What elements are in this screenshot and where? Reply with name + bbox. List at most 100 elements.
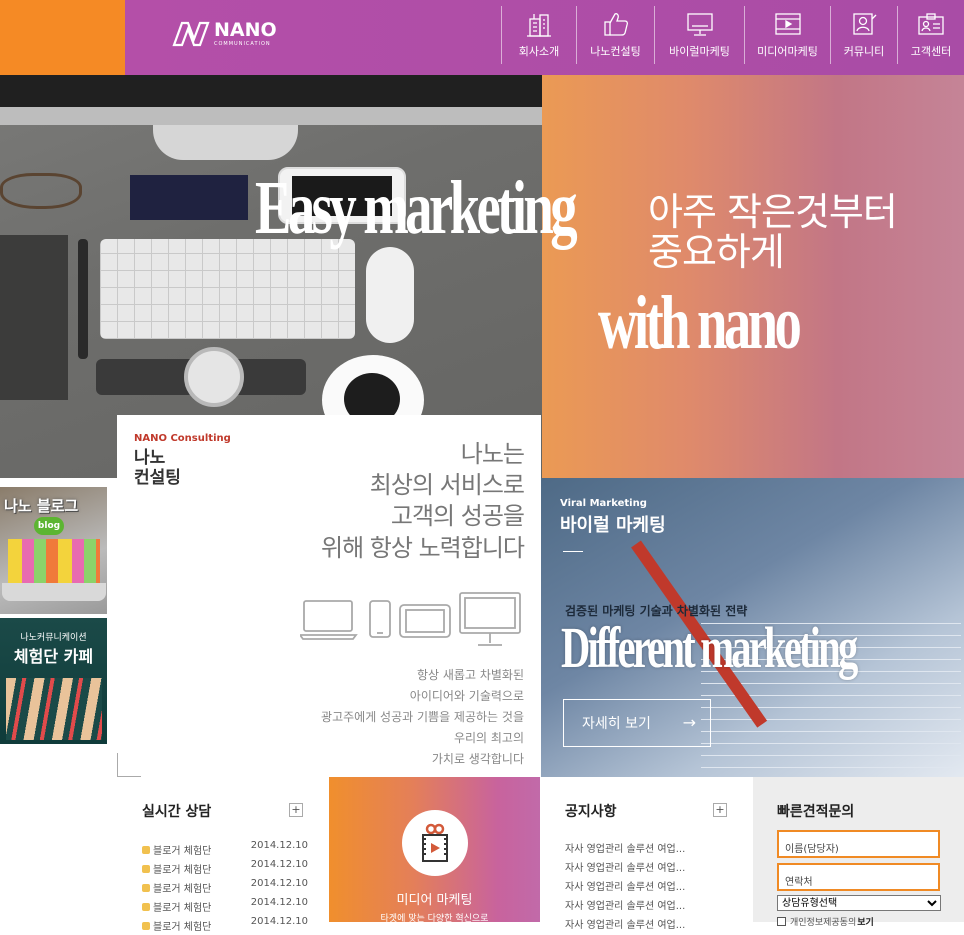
desc-line: 우리의 최고의 <box>453 731 524 745</box>
nav-item-label: 회사소개 <box>518 45 560 58</box>
nav-item-support[interactable]: 고객센터 <box>897 6 964 64</box>
consult-type-select[interactable]: 상담유형선택 <box>777 895 941 911</box>
nav-item-label: 고객센터 <box>910 45 952 58</box>
more-plus-button[interactable]: + <box>713 803 727 817</box>
corner-bracket <box>117 753 141 777</box>
list-item[interactable]: 블로거 체험단 2014.12.10 <box>142 916 308 935</box>
profile-icon <box>853 13 877 35</box>
notice-title: 공지사항 <box>565 804 617 820</box>
desc-line: 가치로 생각합니다 <box>431 752 524 766</box>
more-plus-button[interactable]: + <box>289 803 303 817</box>
notice-list: 자사 영업관리 솔루션 여업... 자사 영업관리 솔루션 여업... 자사 영… <box>565 840 685 935</box>
film-icon <box>422 823 448 862</box>
name-field[interactable]: 이름(담당자) <box>777 830 940 858</box>
hero-subtitle-line: 중요하게 <box>648 229 785 274</box>
list-item[interactable]: 블로거 체험단 2014.12.10 <box>142 859 308 878</box>
realtime-consult: 실시간 상담 + 블로거 체험단 2014.12.10 블로거 체험단 2014.1… <box>142 777 308 933</box>
nav-item-label: 바이럴마케팅 <box>669 45 730 58</box>
consulting-description: 항상 새롭고 차별화된 아이디어와 기술력으로 광고주에게 성공과 기쁨을 제공… <box>321 665 524 770</box>
more-button-label: 자세히 보기 <box>582 716 651 732</box>
consulting-title-line: 컨설팅 <box>134 468 181 489</box>
item-date: 2014.12.10 <box>250 897 308 908</box>
notice-item[interactable]: 자사 영업관리 솔루션 여업... <box>565 859 685 878</box>
item-title: 블로거 체험단 <box>153 884 212 895</box>
consulting-title: 나노 컨설팅 <box>134 448 181 489</box>
hero-subtitle: 아주 작은것부터 중요하게 <box>648 190 898 274</box>
item-title: 블로거 체험단 <box>153 903 212 914</box>
nav-item-media[interactable]: 미디어마케팅 <box>744 6 830 64</box>
office-photo <box>542 75 964 478</box>
phone-field[interactable]: 연락처 <box>777 863 940 891</box>
item-date: 2014.12.10 <box>250 840 308 851</box>
quick-estimate-form: 빠른견적문의 이름(담당자) 연락처 상담유형선택 개인정보제공동의 보기 <box>753 777 964 928</box>
hero-title: Easy marketing <box>255 166 578 250</box>
notice-item[interactable]: 자사 영업관리 솔루션 여업... <box>565 897 685 916</box>
desc-line: 항상 새롭고 차별화된 <box>417 668 524 682</box>
item-title: 블로거 체험단 <box>153 922 212 933</box>
glasses-image <box>0 173 82 209</box>
media-icon-circle <box>402 810 468 876</box>
notice-item[interactable]: 자사 영업관리 솔루션 여업... <box>565 878 685 897</box>
realtime-list: 블로거 체험단 2014.12.10 블로거 체험단 2014.12.10 블로거 … <box>142 840 308 935</box>
viral-en-label: Viral Marketing <box>560 498 647 509</box>
blog-banner[interactable]: 나노 블로그 blog <box>0 487 107 614</box>
media-subtitle: 타겟에 맞는 다양한 혁신으로 <box>380 914 489 924</box>
devices-icon <box>300 592 521 646</box>
lock-icon <box>142 845 150 854</box>
hero-subtitle-line: 아주 작은것부터 <box>648 190 898 234</box>
more-button[interactable]: 자세히 보기 → <box>563 699 711 747</box>
headline-line: 최상의 서비스로 <box>369 471 525 500</box>
header-orange-block <box>0 0 125 75</box>
list-item[interactable]: 블로거 체험단 2014.12.10 <box>142 897 308 916</box>
lock-icon <box>142 921 150 930</box>
main-nav: 회사소개 나노컨설팅 바이럴마케팅 미디어마케팅 커뮤니티 고객센터 <box>501 6 964 64</box>
id-card-icon <box>918 13 944 35</box>
logo-text: NANO <box>214 19 277 41</box>
item-date: 2014.12.10 <box>250 859 308 870</box>
headline-line: 고객의 성공을 <box>390 502 525 531</box>
monitor-image <box>0 75 542 160</box>
consulting-en-label: NANO Consulting <box>134 433 231 444</box>
consulting-title-line: 나노 <box>134 448 166 468</box>
lock-icon <box>142 883 150 892</box>
bowtie-image <box>130 175 248 220</box>
thumbs-up-icon <box>603 13 628 36</box>
item-title: 블로거 체험단 <box>153 865 212 876</box>
nav-item-consulting[interactable]: 나노컨설팅 <box>576 6 654 64</box>
arrow-right-icon: → <box>682 713 696 732</box>
desc-line: 광고주에게 성공과 기쁨을 제공하는 것을 <box>321 710 524 724</box>
logo-subtext: COMMUNICATION <box>214 41 271 47</box>
divider <box>563 551 583 552</box>
consulting-panel[interactable]: NANO Consulting 나노 컨설팅 나노는 최상의 서비스로 고객의 … <box>117 415 541 777</box>
mouse-image <box>366 247 414 343</box>
nano-logo-icon <box>172 21 210 47</box>
bottom-section: 실시간 상담 + 블로거 체험단 2014.12.10 블로거 체험단 2014.1… <box>0 777 964 933</box>
item-date: 2014.12.10 <box>250 916 308 927</box>
notice-item[interactable]: 자사 영업관리 솔루션 여업... <box>565 840 685 859</box>
cafe-banner[interactable]: 나노커뮤니케이션 체험단 카페 <box>0 618 107 744</box>
consulting-headline: 나노는 최상의 서비스로 고객의 성공을 위해 항상 노력합니다 <box>321 439 525 564</box>
nav-item-label: 미디어마케팅 <box>757 45 818 58</box>
quick-title: 빠른견적문의 <box>777 804 855 820</box>
lock-icon <box>142 902 150 911</box>
nav-item-label: 커뮤니티 <box>843 45 885 58</box>
pen-image <box>78 239 88 359</box>
notice-item[interactable]: 자사 영업관리 솔루션 여업... <box>565 916 685 935</box>
monitor-icon <box>686 13 713 36</box>
hands-illustration <box>6 678 102 740</box>
lock-icon <box>142 864 150 873</box>
hero-title-2: with nano <box>598 281 802 365</box>
list-item[interactable]: 블로거 체험단 2014.12.10 <box>142 878 308 897</box>
cafe-title: 체험단 카페 <box>13 647 94 666</box>
media-title: 미디어 마케팅 <box>396 893 473 908</box>
film-icon <box>774 13 801 35</box>
headline-line: 나노는 <box>460 440 525 468</box>
media-marketing-banner[interactable]: 미디어 마케팅 타겟에 맞는 다양한 혁신으로 <box>329 777 540 924</box>
list-item[interactable]: 블로거 체험단 2014.12.10 <box>142 840 308 859</box>
logo[interactable]: NANO COMMUNICATION <box>172 19 277 49</box>
notice-board: 공지사항 + 자사 영업관리 솔루션 여업... 자사 영업관리 솔루션 여업.… <box>565 777 730 931</box>
nav-item-community[interactable]: 커뮤니티 <box>830 6 897 64</box>
nav-item-company[interactable]: 회사소개 <box>501 6 576 64</box>
nav-item-viral[interactable]: 바이럴마케팅 <box>654 6 744 64</box>
viral-marketing-panel[interactable]: Viral Marketing 바이럴 마케팅 검증된 마케팅 기술과 차별화된… <box>541 478 964 777</box>
